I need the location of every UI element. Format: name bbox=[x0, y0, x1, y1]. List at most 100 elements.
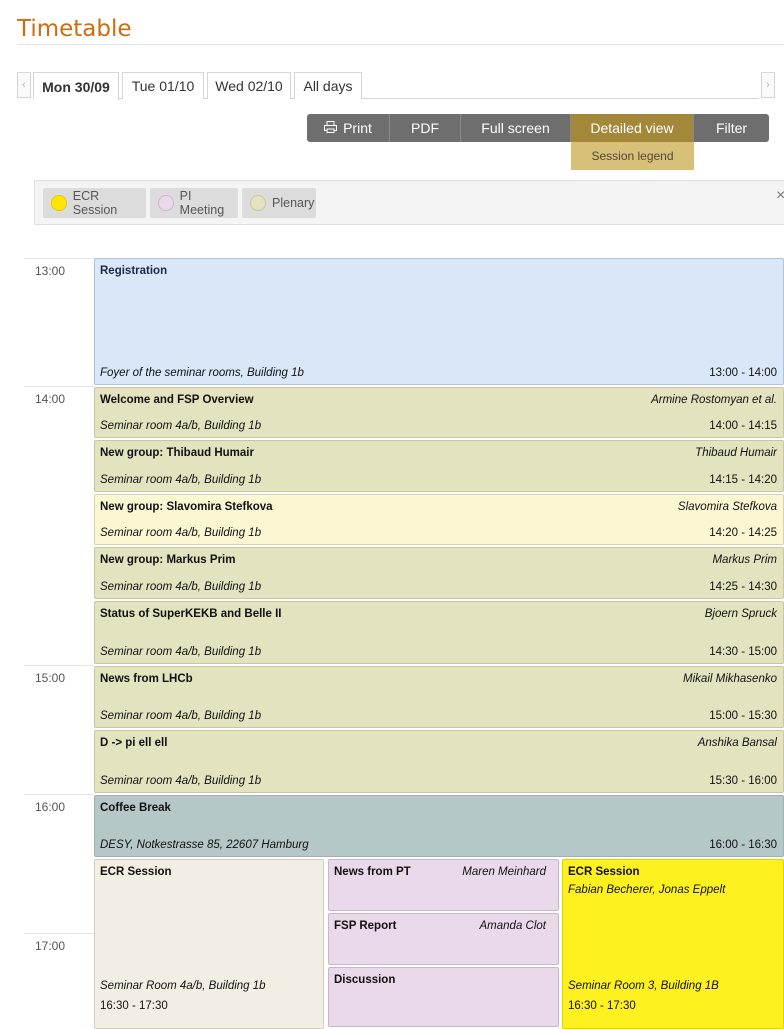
entry-time: 15:00 - 15:30 bbox=[709, 710, 777, 722]
entry-time: 14:25 - 14:30 bbox=[709, 581, 777, 593]
session-legend-panel: ECR Session PI Meeting Plenary bbox=[34, 180, 784, 225]
tabs-scroll-left-button[interactable]: ‹ bbox=[17, 72, 31, 98]
pdf-button[interactable]: PDF bbox=[390, 114, 461, 142]
entry-title: New group: Thibaud Humair bbox=[100, 447, 254, 459]
legend-close-icon[interactable]: × bbox=[776, 187, 784, 205]
entry-room: DESY, Notkestrasse 85, 22607 Hamburg bbox=[100, 839, 309, 851]
print-button[interactable]: Print bbox=[307, 114, 390, 142]
print-label: Print bbox=[343, 120, 372, 136]
entry-title: News from LHCb bbox=[100, 673, 193, 685]
entry-speaker: Markus Prim bbox=[712, 554, 777, 566]
tab-mon-30-09[interactable]: Mon 30/09 bbox=[33, 72, 119, 100]
entry-room: Seminar room 4a/b, Building 1b bbox=[100, 527, 262, 539]
legend-item-ecr-session[interactable]: ECR Session bbox=[43, 188, 146, 218]
hour-divider bbox=[24, 794, 94, 795]
entry-time: 14:00 - 14:15 bbox=[709, 420, 777, 432]
entry-speaker: Slavomira Stefkova bbox=[677, 501, 777, 513]
hour-divider bbox=[24, 258, 94, 259]
legend-item-pi-meeting[interactable]: PI Meeting bbox=[150, 188, 238, 218]
hour-label: 14:00 bbox=[35, 392, 66, 406]
session-legend-toggle[interactable]: Session legend bbox=[571, 142, 694, 170]
entry-new-group-humair[interactable]: New group: Thibaud Humair Thibaud Humair… bbox=[94, 440, 784, 492]
filter-button[interactable]: Filter bbox=[694, 114, 769, 142]
entry-title: News from PT bbox=[334, 866, 411, 878]
full-screen-button[interactable]: Full screen bbox=[461, 114, 571, 142]
entry-room: Seminar Room 3, Building 1B bbox=[568, 980, 719, 992]
tab-tue-01-10[interactable]: Tue 01/10 bbox=[122, 72, 204, 99]
chevron-right-icon: › bbox=[766, 79, 770, 91]
entry-room: Seminar room 4a/b, Building 1b bbox=[100, 775, 262, 787]
entry-speaker: Maren Meinhard bbox=[462, 866, 546, 878]
entry-ecr-session-room3[interactable]: ECR Session Fabian Becherer, Jonas Eppel… bbox=[562, 859, 784, 1029]
entry-welcome-fsp-overview[interactable]: Welcome and FSP Overview Armine Rostomya… bbox=[94, 387, 784, 438]
detailed-view-button[interactable]: Detailed view bbox=[571, 114, 694, 142]
entry-new-group-prim[interactable]: New group: Markus Prim Markus Prim Semin… bbox=[94, 547, 784, 599]
entry-time: 14:30 - 15:00 bbox=[709, 646, 777, 658]
entry-time: 16:30 - 17:30 bbox=[100, 1000, 168, 1012]
entry-title: ECR Session bbox=[100, 866, 172, 878]
entry-room: Seminar room 4a/b, Building 1b bbox=[100, 420, 262, 432]
entry-d-pi-ell-ell[interactable]: D -> pi ell ell Anshika Bansal Seminar r… bbox=[94, 730, 784, 793]
entry-title: Status of SuperKEKB and Belle II bbox=[100, 608, 282, 620]
entry-speaker: Amanda Clot bbox=[479, 920, 546, 932]
entry-speaker: Mikail Mikhasenko bbox=[683, 673, 777, 685]
entry-news-from-lhcb[interactable]: News from LHCb Mikail Mikhasenko Seminar… bbox=[94, 666, 784, 728]
entry-time: 16:00 - 16:30 bbox=[709, 839, 777, 851]
entry-title: D -> pi ell ell bbox=[100, 737, 168, 749]
entry-room: Seminar room 4a/b, Building 1b bbox=[100, 710, 262, 722]
entry-new-group-stefkova[interactable]: New group: Slavomira Stefkova Slavomira … bbox=[94, 494, 784, 545]
hour-label: 13:00 bbox=[35, 264, 66, 278]
ecr-color-dot-icon bbox=[51, 195, 67, 211]
entry-title: New group: Markus Prim bbox=[100, 554, 236, 566]
entry-title: Discussion bbox=[334, 974, 396, 986]
entry-speaker: Armine Rostomyan et al. bbox=[651, 394, 777, 406]
entry-ecr-session-4ab[interactable]: ECR Session Seminar Room 4a/b, Building … bbox=[94, 859, 324, 1029]
hour-label: 16:00 bbox=[35, 800, 66, 814]
chevron-left-icon: ‹ bbox=[22, 79, 26, 91]
tab-wed-02-10[interactable]: Wed 02/10 bbox=[207, 72, 291, 99]
entry-room: Seminar room 4a/b, Building 1b bbox=[100, 474, 262, 486]
plenary-color-dot-icon bbox=[250, 195, 266, 211]
hour-divider bbox=[24, 386, 94, 387]
entry-time: 13:00 - 14:00 bbox=[709, 367, 777, 379]
entry-title: Coffee Break bbox=[100, 802, 171, 814]
entry-speakers: Fabian Becherer, Jonas Eppelt bbox=[568, 884, 726, 896]
hour-divider bbox=[24, 665, 94, 666]
legend-label: PI Meeting bbox=[179, 189, 225, 217]
timetable-toolbar: Print PDF Full screen Detailed view Filt… bbox=[307, 114, 769, 142]
entry-time: 15:30 - 16:00 bbox=[709, 775, 777, 787]
legend-label: ECR Session bbox=[72, 189, 118, 217]
hour-divider bbox=[24, 933, 94, 934]
entry-title: FSP Report bbox=[334, 920, 397, 932]
pi-color-dot-icon bbox=[158, 195, 174, 211]
entry-room: Foyer of the seminar rooms, Building 1b bbox=[100, 367, 304, 379]
entry-registration[interactable]: Registration Foyer of the seminar rooms,… bbox=[94, 258, 784, 385]
entry-title: Welcome and FSP Overview bbox=[100, 394, 254, 406]
tabs-scroll-right-button[interactable]: › bbox=[761, 72, 775, 98]
entry-time: 16:30 - 17:30 bbox=[568, 1000, 636, 1012]
entry-title: ECR Session bbox=[568, 866, 640, 878]
entry-speaker: Anshika Bansal bbox=[697, 737, 777, 749]
printer-icon bbox=[324, 120, 338, 136]
entry-time: 14:15 - 14:20 bbox=[709, 474, 777, 486]
entry-superkekb-belle-ii[interactable]: Status of SuperKEKB and Belle II Bjoern … bbox=[94, 601, 784, 664]
entry-fsp-report[interactable]: FSP Report Amanda Clot bbox=[328, 913, 559, 965]
entry-room: Seminar Room 4a/b, Building 1b bbox=[100, 980, 266, 992]
page-title: Timetable bbox=[17, 16, 132, 42]
entry-news-from-pt[interactable]: News from PT Maren Meinhard bbox=[328, 859, 559, 911]
title-divider bbox=[17, 44, 784, 45]
entry-time: 14:20 - 14:25 bbox=[709, 527, 777, 539]
entry-room: Seminar room 4a/b, Building 1b bbox=[100, 646, 262, 658]
entry-title: Registration bbox=[100, 265, 168, 277]
tab-all-days[interactable]: All days bbox=[294, 72, 362, 99]
entry-room: Seminar room 4a/b, Building 1b bbox=[100, 581, 262, 593]
entry-title: New group: Slavomira Stefkova bbox=[100, 501, 273, 513]
entry-speaker: Bjoern Spruck bbox=[704, 608, 777, 620]
legend-label: Plenary bbox=[272, 196, 315, 210]
entry-discussion[interactable]: Discussion bbox=[328, 967, 559, 1027]
entry-speaker: Thibaud Humair bbox=[695, 447, 777, 459]
hour-label: 15:00 bbox=[35, 671, 66, 685]
hour-label: 17:00 bbox=[35, 939, 66, 953]
entry-coffee-break[interactable]: Coffee Break DESY, Notkestrasse 85, 2260… bbox=[94, 795, 784, 857]
legend-item-plenary[interactable]: Plenary bbox=[242, 188, 316, 218]
